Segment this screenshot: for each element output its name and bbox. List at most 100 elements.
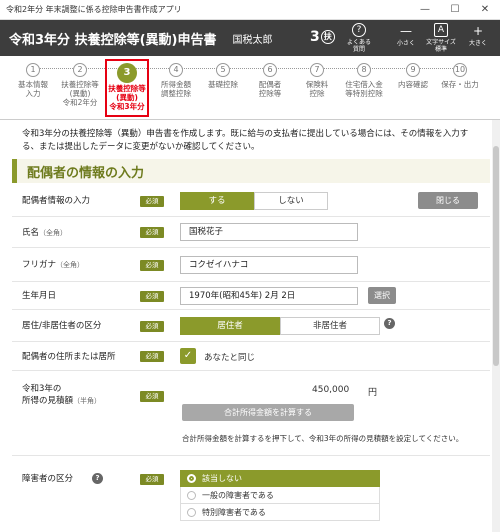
kana-label-text: フリガナ (22, 260, 57, 270)
plus-icon: + (472, 24, 484, 38)
user-name: 国税太郎 (232, 34, 273, 46)
help-icon[interactable]: ? (384, 318, 395, 329)
row-spouse-input: 配偶者情報の入力 必須 する しない 閉じる (12, 183, 490, 217)
question-icon: ? (352, 23, 366, 37)
required-badge: 必須 (140, 474, 164, 485)
disability-option-special[interactable]: 特別障害者である (180, 504, 380, 521)
income-label-line1: 令和3年の (22, 384, 62, 394)
badge-circle-icon: 扶 (320, 30, 335, 44)
text-smaller-button[interactable]: — 小さく (387, 23, 425, 47)
scrollbar-thumb[interactable] (493, 146, 499, 366)
window-title: 令和2年分 年末調整に係る控除申告書作成アプリ (6, 5, 182, 14)
step-2[interactable]: 2 扶養控除等 (異動) 令和2年分 (56, 59, 104, 107)
faq-label: よくある 質問 (346, 39, 371, 53)
step-number: 7 (310, 63, 324, 77)
text-larger-label: 大きく (468, 40, 487, 47)
step-4[interactable]: 4 所得金額 調整控除 (152, 59, 200, 98)
step-7[interactable]: 7 保険料 控除 (293, 59, 341, 98)
income-label: 令和3年の 所得の見積額（半角） (22, 383, 101, 407)
step-label: 扶養控除等 (異動) 令和2年分 (61, 80, 99, 107)
faq-button[interactable]: ? よくある 質問 (340, 23, 378, 53)
birthday-select-button[interactable]: 選択 (368, 287, 396, 304)
step-number: 3 (117, 63, 137, 83)
row-disability: 障害者の区分 ? 必須 該当しない 一般の障害者である 特別障害者である (12, 456, 490, 532)
spouse-input-yes[interactable]: する (180, 192, 254, 210)
text-larger-button[interactable]: + 大きく (459, 23, 497, 47)
step-number: 6 (263, 63, 277, 77)
radio-empty-icon (187, 490, 196, 500)
income-label-sub: （半角） (73, 397, 102, 405)
step-label: 配偶者 控除等 (258, 80, 282, 98)
step-label: 基本情報 入力 (18, 80, 48, 98)
disability-label: 障害者の区分 (22, 474, 74, 484)
step-1[interactable]: 1 基本情報 入力 (9, 59, 57, 98)
residence-resident[interactable]: 居住者 (180, 317, 280, 335)
residence-nonresident[interactable]: 非居住者 (280, 317, 380, 335)
disability-radio-group: 該当しない 一般の障害者である 特別障害者である (180, 470, 380, 521)
step-label: 扶養控除等 (異動) 令和3年分 (108, 84, 146, 111)
app-header: 令和3年分 扶養控除等(異動)申告書 国税太郎 3 扶 ? よくある 質問 — … (0, 20, 500, 56)
kana-label-sub: （全角） (56, 261, 85, 269)
income-unit: 円 (368, 388, 378, 398)
same-address-label: あなたと同じ (204, 353, 256, 363)
step-10[interactable]: 10 保存・出力 (436, 59, 484, 89)
income-value: 450,000 (312, 385, 350, 395)
step-3-current[interactable]: 3 扶養控除等 (異動) 令和3年分 (105, 59, 149, 117)
step-label: 基礎控除 (208, 80, 238, 89)
income-label-line2: 所得の見積額 (22, 396, 74, 406)
residence-label: 居住/非居住者の区分 (22, 321, 102, 331)
name-label-sub: （全角） (39, 229, 68, 237)
form-title: 令和3年分 扶養控除等(異動)申告書 (9, 32, 217, 48)
disability-option-none[interactable]: 該当しない (180, 470, 380, 487)
step-label: 所得金額 調整控除 (161, 80, 191, 98)
birthday-input[interactable]: 1970年(昭和45年) 2月 2日 (180, 287, 358, 305)
step-label: 住宅借入金 等特別控除 (345, 80, 383, 98)
row-income: 令和3年の 所得の見積額（半角） 必須 450,000 円 合計所得金額を計算す… (12, 371, 490, 456)
row-birthday: 生年月日 必須 1970年(昭和45年) 2月 2日 選択 (12, 282, 490, 310)
vertical-scrollbar[interactable] (492, 120, 500, 532)
step-number: 10 (453, 63, 467, 77)
required-badge: 必須 (140, 227, 164, 238)
disability-option-general[interactable]: 一般の障害者である (180, 487, 380, 504)
step-number: 9 (406, 63, 420, 77)
maximize-button[interactable]: ☐ (440, 4, 470, 15)
minimize-button[interactable]: — (410, 4, 440, 15)
window-titlebar: 令和2年分 年末調整に係る控除申告書作成アプリ — ☐ ✕ (0, 0, 500, 20)
radio-label: 該当しない (202, 474, 242, 483)
font-size-icon: A (434, 23, 448, 37)
text-size-label: 文字サイズ 標準 (426, 39, 456, 53)
required-badge: 必須 (140, 391, 164, 402)
step-navigation: 1 基本情報 入力 2 扶養控除等 (異動) 令和2年分 3 扶養控除等 (異動) 令… (0, 56, 500, 120)
step-6[interactable]: 6 配偶者 控除等 (246, 59, 294, 98)
residence-toggle: 居住者 非居住者 (180, 317, 380, 335)
help-icon[interactable]: ? (92, 473, 103, 484)
calculate-income-button[interactable]: 合計所得金額を計算する (182, 404, 354, 421)
step-8[interactable]: 8 住宅借入金 等特別控除 (340, 59, 388, 98)
row-kana: フリガナ（全角） 必須 コクゼイハナコ (12, 248, 490, 282)
row-name: 氏名（全角） 必須 国税花子 (12, 217, 490, 248)
step-5[interactable]: 5 基礎控除 (199, 59, 247, 89)
close-button[interactable]: 閉じる (418, 192, 478, 209)
badge-number: 3 (310, 29, 320, 45)
spouse-input-toggle: する しない (180, 192, 328, 210)
step-number: 2 (73, 63, 87, 77)
step-9[interactable]: 9 内容確認 (389, 59, 437, 89)
step-number: 8 (357, 63, 371, 77)
row-address: 配偶者の住所または居所 必須 ✓ あなたと同じ (12, 342, 490, 371)
required-badge: 必須 (140, 196, 164, 207)
text-smaller-label: 小さく (396, 40, 415, 47)
step-number: 4 (169, 63, 183, 77)
radio-selected-icon (187, 474, 196, 483)
required-badge: 必須 (140, 321, 164, 332)
same-address-checkbox[interactable]: ✓ (180, 348, 196, 364)
radio-label: 一般の障害者である (202, 490, 274, 500)
close-window-button[interactable]: ✕ (470, 4, 500, 15)
radio-label: 特別障害者である (202, 507, 266, 517)
kana-input[interactable]: コクゼイハナコ (180, 256, 358, 274)
name-input[interactable]: 国税花子 (180, 223, 358, 241)
spouse-input-no[interactable]: しない (254, 192, 328, 210)
text-size-standard-button[interactable]: A 文字サイズ 標準 (422, 23, 460, 53)
required-badge: 必須 (140, 351, 164, 362)
spouse-form: 配偶者情報の入力 必須 する しない 閉じる 氏名（全角） 必須 国税花子 フリ… (12, 183, 490, 532)
minus-icon: — (400, 24, 412, 38)
